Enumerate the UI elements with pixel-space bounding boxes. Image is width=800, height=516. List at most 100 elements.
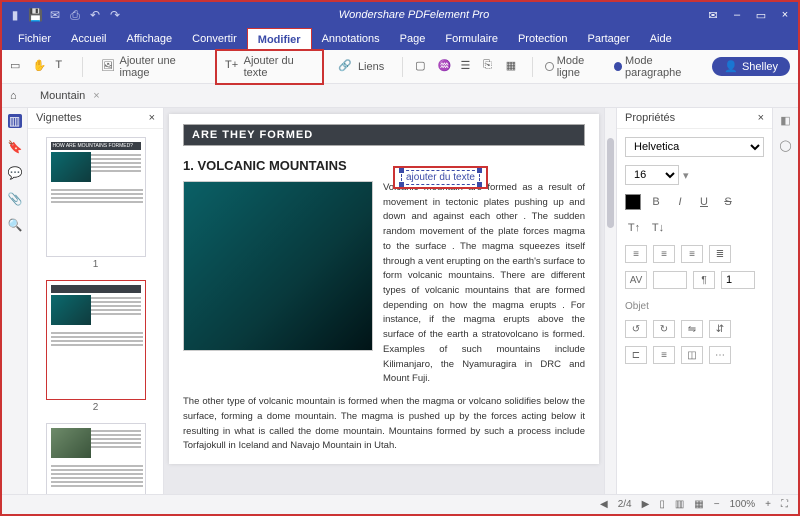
redo-icon[interactable]: ↷ (108, 8, 122, 22)
user-name: Shelley (742, 61, 778, 73)
print-icon[interactable]: ⎙ (68, 8, 82, 22)
menu-accueil[interactable]: Accueil (61, 28, 116, 50)
char-spacing-button[interactable]: AV (625, 271, 647, 289)
select-tool-icon[interactable]: ▭ (10, 59, 25, 75)
watermark-icon[interactable]: ♒ (438, 59, 453, 75)
toolbar-divider (402, 57, 403, 77)
hand-tool-icon[interactable]: ✋ (33, 59, 48, 75)
zoom-out-button[interactable]: − (714, 499, 720, 510)
attachments-icon[interactable]: 📎 (8, 192, 22, 206)
properties-close-icon[interactable]: × (758, 112, 764, 124)
crop-icon[interactable]: ▢ (415, 59, 430, 75)
menu-formulaire[interactable]: Formulaire (435, 28, 508, 50)
prev-page-button[interactable]: ◀ (600, 499, 608, 510)
menu-convertir[interactable]: Convertir (182, 28, 247, 50)
thumbnail-page-2[interactable] (46, 280, 146, 400)
scrollbar-thumb[interactable] (607, 138, 614, 228)
flip-v-button[interactable]: ⇵ (709, 320, 731, 338)
menu-annotations[interactable]: Annotations (312, 28, 390, 50)
view-single-icon[interactable]: ▯ (659, 499, 665, 510)
underline-button[interactable]: U (695, 193, 713, 211)
line-spacing-input[interactable] (721, 271, 755, 289)
subscript-button[interactable]: T↓ (649, 219, 667, 237)
document-canvas[interactable]: ARE THEY FORMED 1. VOLCANIC MOUNTAINS aj… (164, 108, 604, 494)
panel-toggle-icon[interactable]: ◧ (780, 114, 790, 127)
align-row: ≡ ≡ ≡ ≣ (625, 245, 764, 263)
text-style-row: B I U S (625, 193, 764, 211)
close-button[interactable]: × (778, 9, 792, 21)
thumbnail-page-1[interactable]: HOW ARE MOUNTAINS FORMED? (46, 137, 146, 257)
page-heading: 1. VOLCANIC MOUNTAINS (183, 158, 585, 173)
rotate-right-button[interactable]: ↻ (653, 320, 675, 338)
mode-line-radio[interactable]: Mode ligne (545, 55, 605, 79)
menu-protection[interactable]: Protection (508, 28, 578, 50)
obj-align-center-button[interactable]: ≡ (653, 346, 675, 364)
rotate-left-button[interactable]: ↺ (625, 320, 647, 338)
menu-partager[interactable]: Partager (577, 28, 639, 50)
background-icon[interactable]: ▦ (506, 59, 521, 75)
header-icon[interactable]: ☰ (460, 59, 475, 75)
char-spacing-input[interactable] (653, 271, 687, 289)
mail-icon[interactable]: ✉ (48, 8, 62, 22)
color-swatch[interactable] (625, 194, 641, 210)
align-right-button[interactable]: ≡ (681, 245, 703, 263)
bold-button[interactable]: B (647, 193, 665, 211)
flip-h-button[interactable]: ⇋ (681, 320, 703, 338)
vertical-scrollbar[interactable] (604, 108, 616, 494)
fullscreen-icon[interactable]: ⛶ (781, 499, 788, 510)
obj-align-left-button[interactable]: ⊏ (625, 346, 647, 364)
menu-affichage[interactable]: Affichage (116, 28, 182, 50)
links-button[interactable]: 🔗 Liens (332, 57, 390, 77)
notify-icon[interactable]: ✉ (706, 9, 720, 22)
view-facing-icon[interactable]: ▦ (694, 499, 703, 510)
page-total: /4 (623, 499, 631, 510)
thumb1-number: 1 (46, 259, 146, 270)
thumbnails-close-icon[interactable]: × (149, 112, 155, 124)
right-nav-strip: ◧ ◯ (772, 108, 798, 494)
add-image-button[interactable]: 🖼 Ajouter une image (95, 53, 207, 81)
close-tab-icon[interactable]: × (93, 90, 99, 102)
menu-page[interactable]: Page (390, 28, 436, 50)
align-justify-button[interactable]: ≣ (709, 245, 731, 263)
search-icon[interactable]: 🔍 (8, 218, 22, 232)
page-banner: ARE THEY FORMED (183, 124, 585, 146)
obj-distribute-button[interactable]: ◫ (681, 346, 703, 364)
object-section-label: Objet (625, 301, 764, 312)
align-center-button[interactable]: ≡ (653, 245, 675, 263)
comments-icon[interactable]: 💬 (8, 166, 22, 180)
document-tab[interactable]: Mountain × (32, 90, 108, 102)
font-family-select[interactable]: Helvetica (625, 137, 764, 157)
add-text-button[interactable]: T+ Ajouter du texte (215, 49, 324, 85)
strike-button[interactable]: S (719, 193, 737, 211)
thumbnails-icon[interactable]: ▥ (8, 114, 22, 128)
line-spacing-button[interactable]: ¶ (693, 271, 715, 289)
font-size-chevron-icon[interactable]: ▾ (683, 169, 689, 182)
mode-paragraph-radio[interactable]: Mode paragraphe (614, 55, 705, 79)
zoom-in-button[interactable]: + (765, 499, 771, 510)
shapes-icon[interactable]: ◯ (779, 139, 791, 152)
next-page-button[interactable]: ▶ (642, 499, 650, 510)
thumbnails-list[interactable]: HOW ARE MOUNTAINS FORMED? 1 2 (28, 129, 163, 494)
save-icon[interactable]: 💾 (28, 8, 42, 22)
align-left-button[interactable]: ≡ (625, 245, 647, 263)
obj-more-button[interactable]: ⋯ (709, 346, 731, 364)
font-size-select[interactable]: 16 (625, 165, 679, 185)
view-continuous-icon[interactable]: ▥ (675, 499, 684, 510)
bates-icon[interactable]: ⎘ (483, 59, 498, 75)
thumbnails-header: Vignettes × (28, 108, 163, 129)
minimize-button[interactable]: – (730, 9, 744, 21)
menu-aide[interactable]: Aide (640, 28, 682, 50)
undo-icon[interactable]: ↶ (88, 8, 102, 22)
superscript-button[interactable]: T↑ (625, 219, 643, 237)
properties-header: Propriétés × (617, 108, 772, 129)
maximize-button[interactable]: ▭ (754, 9, 768, 22)
bookmarks-icon[interactable]: 🔖 (8, 140, 22, 154)
menu-modifier[interactable]: Modifier (247, 28, 312, 50)
add-text-insertion-box[interactable]: ajouter du texte (393, 166, 488, 189)
thumbnail-page-3[interactable] (46, 423, 146, 494)
user-pill[interactable]: 👤 Shelley (712, 57, 790, 76)
menu-fichier[interactable]: Fichier (8, 28, 61, 50)
edit-tool-icon[interactable]: T (55, 59, 70, 75)
home-icon[interactable]: ⌂ (10, 90, 24, 102)
italic-button[interactable]: I (671, 193, 689, 211)
